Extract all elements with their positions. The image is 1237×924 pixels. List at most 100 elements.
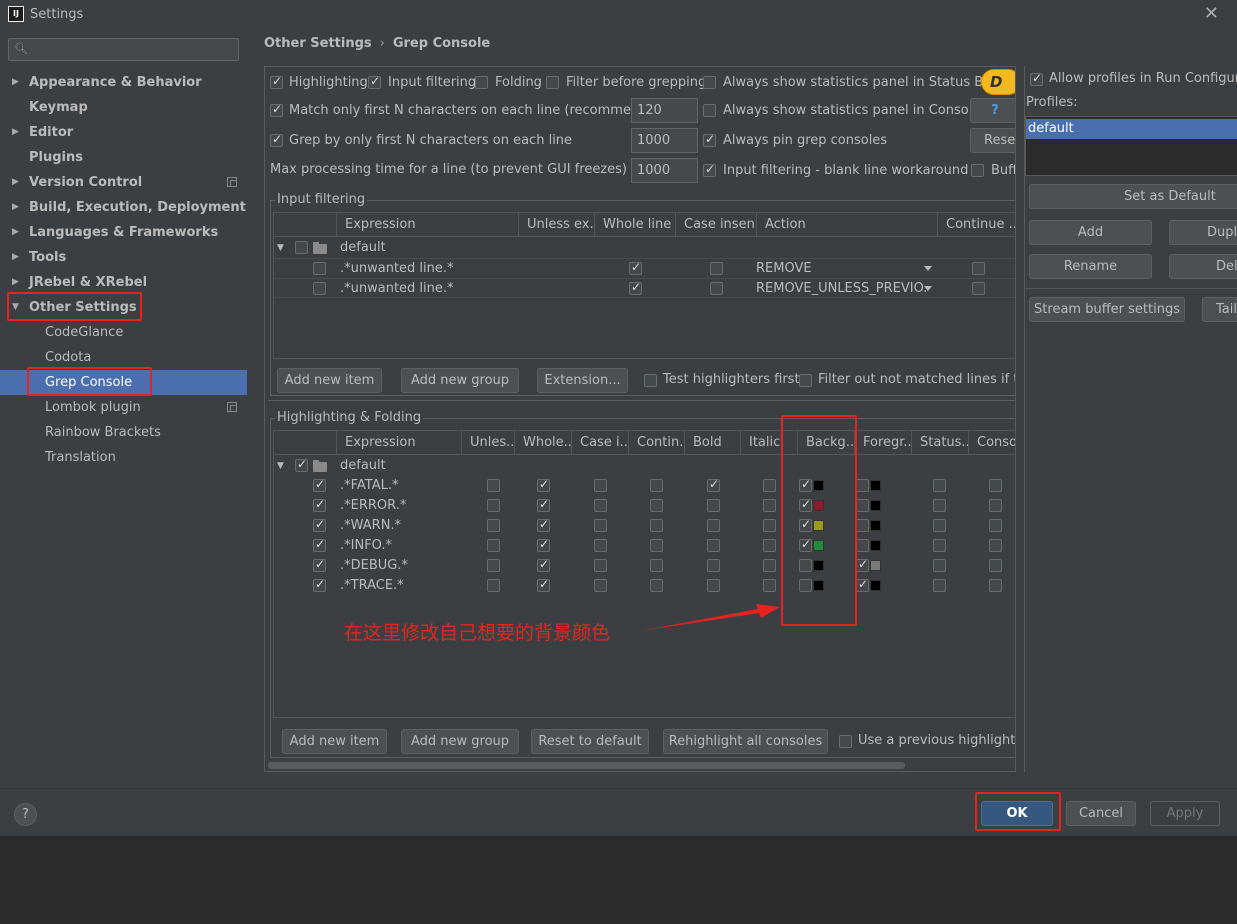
italic-checkbox[interactable] <box>763 579 776 592</box>
column-console[interactable]: Conso... <box>969 431 1015 455</box>
extension-button[interactable]: Extension... <box>537 368 628 393</box>
sidebar-item-keymap[interactable]: Keymap <box>0 95 247 120</box>
continue-checkbox[interactable] <box>972 282 985 295</box>
column-expression[interactable]: Expression <box>337 431 462 455</box>
profile-item-default[interactable]: default <box>1026 119 1237 139</box>
add-new-item-button[interactable]: Add new item <box>282 729 387 754</box>
match-first-n-input[interactable]: 120 <box>631 98 698 123</box>
rehighlight-all-consoles-button[interactable]: Rehighlight all consoles <box>663 729 828 754</box>
collapse-arrow-icon[interactable]: ▼ <box>277 456 284 476</box>
whole-line-checkbox[interactable] <box>537 517 550 532</box>
table-row[interactable]: .*ERROR.* <box>274 496 1015 516</box>
row-expression[interactable]: .*DEBUG.* <box>340 556 408 576</box>
highlighting-checkbox[interactable] <box>270 74 283 89</box>
status-checkbox[interactable] <box>933 579 946 592</box>
table-group-row[interactable]: ▼ default <box>274 456 1015 476</box>
sidebar-item-languages[interactable]: ▶ Languages & Frameworks <box>0 220 247 245</box>
column-case-insensitive[interactable]: Case insen... <box>676 213 757 237</box>
status-bar-stats-checkbox[interactable] <box>703 76 716 89</box>
filter-before-grepping-checkbox[interactable] <box>546 76 559 89</box>
console-checkbox[interactable] <box>989 579 1002 592</box>
unless-checkbox[interactable] <box>487 539 500 552</box>
whole-line-checkbox[interactable] <box>629 260 642 275</box>
italic-checkbox[interactable] <box>763 479 776 492</box>
row-expression[interactable]: .*WARN.* <box>340 516 401 536</box>
donate-button[interactable]: D <box>981 69 1015 95</box>
test-highlighters-first-checkbox[interactable] <box>644 374 657 387</box>
group-enabled-checkbox[interactable] <box>295 457 308 472</box>
splitter-handle[interactable] <box>268 400 1015 404</box>
expand-arrow-icon[interactable]: ▶ <box>12 170 19 195</box>
row-enabled-checkbox[interactable] <box>313 477 326 492</box>
foreground-color-swatch[interactable] <box>870 500 881 511</box>
whole-line-checkbox[interactable] <box>537 477 550 492</box>
unless-checkbox[interactable] <box>487 579 500 592</box>
status-checkbox[interactable] <box>933 499 946 512</box>
bold-checkbox[interactable] <box>707 579 720 592</box>
case-insensitive-checkbox[interactable] <box>594 559 607 572</box>
status-checkbox[interactable] <box>933 519 946 532</box>
foreground-color-swatch[interactable] <box>870 520 881 531</box>
expand-arrow-icon[interactable]: ▶ <box>12 70 19 95</box>
console-checkbox[interactable] <box>989 499 1002 512</box>
table-row[interactable]: .*unwanted line.* REMOVE_UNLESS_PREVIO..… <box>274 278 1015 298</box>
duplicate-profile-button[interactable]: Dupli <box>1169 220 1237 245</box>
folding-checkbox[interactable] <box>475 76 488 89</box>
tail-button[interactable]: Tail <box>1202 297 1237 322</box>
table-row[interactable]: .*WARN.* <box>274 516 1015 536</box>
sidebar-item-translation[interactable]: Translation <box>0 445 247 470</box>
row-enabled-checkbox[interactable] <box>313 517 326 532</box>
close-icon[interactable]: ✕ <box>1204 3 1219 24</box>
row-enabled-checkbox[interactable] <box>313 497 326 512</box>
foreground-color-swatch[interactable] <box>870 480 881 491</box>
unless-checkbox[interactable] <box>487 479 500 492</box>
grep-first-n-input[interactable]: 1000 <box>631 128 698 153</box>
blank-line-workaround-checkbox[interactable] <box>703 162 716 177</box>
console-checkbox[interactable] <box>989 539 1002 552</box>
max-time-input[interactable]: 1000 <box>631 158 698 183</box>
foreground-checkbox[interactable] <box>856 479 869 492</box>
add-profile-button[interactable]: Add <box>1029 220 1152 245</box>
filter-out-checkbox[interactable] <box>799 374 812 387</box>
column-case-insensitive[interactable]: Case i... <box>572 431 629 455</box>
italic-checkbox[interactable] <box>763 519 776 532</box>
group-enabled-checkbox[interactable] <box>295 241 308 254</box>
console-checkbox[interactable] <box>989 479 1002 492</box>
expand-arrow-icon[interactable]: ▶ <box>12 195 19 220</box>
match-first-n-checkbox[interactable] <box>270 102 283 117</box>
case-insensitive-checkbox[interactable] <box>710 282 723 295</box>
unless-checkbox[interactable] <box>487 519 500 532</box>
help-button[interactable]: ? <box>970 98 1015 123</box>
rename-profile-button[interactable]: Rename <box>1029 254 1152 279</box>
whole-line-checkbox[interactable] <box>537 557 550 572</box>
input-filtering-checkbox[interactable] <box>368 74 381 89</box>
allow-profiles-checkbox[interactable] <box>1030 71 1043 86</box>
sidebar-item-plugins[interactable]: Plugins <box>0 145 247 170</box>
column-bold[interactable]: Bold <box>685 431 741 455</box>
column-whole-line[interactable]: Whole line <box>595 213 676 237</box>
italic-checkbox[interactable] <box>763 539 776 552</box>
continue-checkbox[interactable] <box>650 559 663 572</box>
column-unless[interactable]: Unles... <box>462 431 515 455</box>
italic-checkbox[interactable] <box>763 499 776 512</box>
bold-checkbox[interactable] <box>707 539 720 552</box>
sidebar-item-appearance[interactable]: ▶ Appearance & Behavior <box>0 70 247 95</box>
sidebar-item-lombok[interactable]: Lombok plugin <box>0 395 247 420</box>
help-icon[interactable]: ? <box>14 803 37 826</box>
continue-checkbox[interactable] <box>650 539 663 552</box>
case-insensitive-checkbox[interactable] <box>594 519 607 532</box>
sidebar-item-tools[interactable]: ▶ Tools <box>0 245 247 270</box>
continue-checkbox[interactable] <box>650 579 663 592</box>
case-insensitive-checkbox[interactable] <box>710 262 723 275</box>
buffer-checkbox[interactable] <box>971 164 984 177</box>
sidebar-item-build[interactable]: ▶ Build, Execution, Deployment <box>0 195 247 220</box>
collapse-arrow-icon[interactable]: ▼ <box>277 238 284 258</box>
row-enabled-checkbox[interactable] <box>313 262 326 275</box>
case-insensitive-checkbox[interactable] <box>594 539 607 552</box>
row-expression[interactable]: .*unwanted line.* <box>340 259 454 279</box>
row-expression[interactable]: .*FATAL.* <box>340 476 399 496</box>
table-row[interactable]: .*TRACE.* <box>274 576 1015 596</box>
table-group-row[interactable]: ▼ default <box>274 238 1015 258</box>
bold-checkbox[interactable] <box>707 519 720 532</box>
foreground-color-swatch[interactable] <box>870 540 881 551</box>
